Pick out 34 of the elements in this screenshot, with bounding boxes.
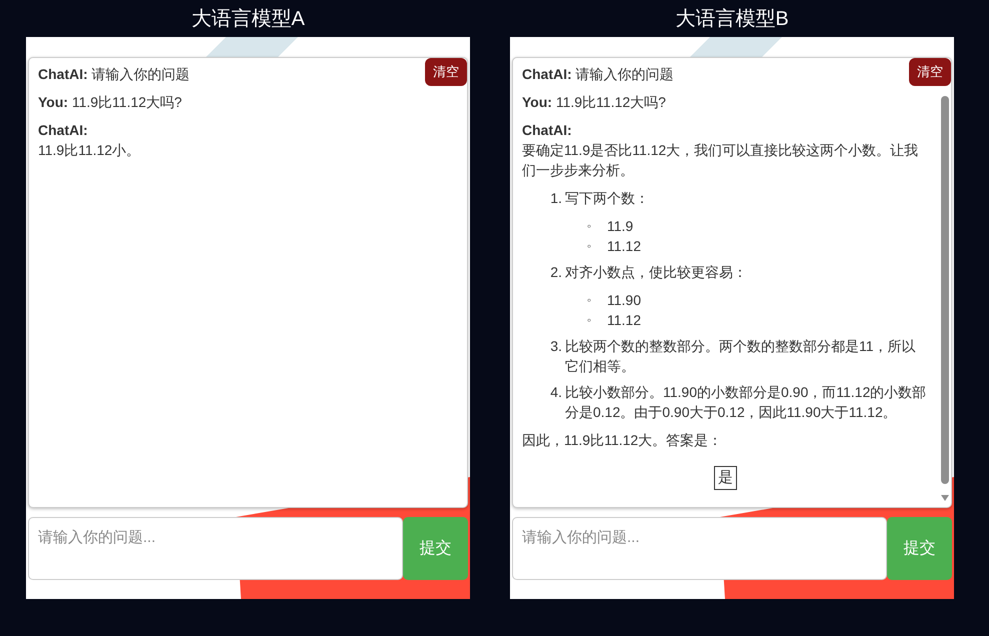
list-number: 3. (549, 337, 563, 356)
sub-list-item: 11.90 (607, 291, 641, 310)
sub-list-item: 11.9 (607, 217, 634, 236)
clear-button[interactable]: 清空 (425, 58, 467, 86)
panel-title: 大语言模型B (675, 7, 789, 32)
question-input[interactable]: 请输入你的问题... (28, 517, 403, 580)
speaker-label: ChatAI: (522, 122, 572, 138)
chat-message: ChatAI: 请输入你的问题 (522, 65, 674, 84)
list-item-text: 比较小数部分。11.90的小数部分是0.90，而11.12的小数部分是0.12。由于0.90大于0.12，因此11.90大于11.12。 (565, 383, 928, 422)
answer-paragraph: 因此，11.9比11.12大。答案是： (522, 431, 724, 450)
chat-message: You: 11.9比11.12大吗? (38, 93, 182, 112)
sub-list-item: 11.12 (607, 311, 641, 330)
answer-paragraph: 要确定11.9是否比11.12大，我们可以直接比较这两个小数。让我们一步步来分析。 (522, 141, 920, 180)
list-marker: ◦ (587, 218, 592, 235)
list-number: 2. (549, 263, 563, 282)
boxed-answer: 是 (714, 466, 737, 490)
panel-title: 大语言模型A (191, 7, 305, 32)
speaker-label: ChatAI: (38, 122, 88, 138)
clear-button[interactable]: 清空 (909, 58, 951, 86)
chat-message: You: 11.9比11.12大吗? (522, 93, 666, 112)
scroll-down-icon[interactable] (941, 495, 949, 501)
sub-list-item: 11.12 (607, 237, 641, 256)
scrollbar-thumb[interactable] (941, 96, 949, 484)
chat-message: ChatAI: 请输入你的问题 (38, 65, 190, 84)
list-marker: ◦ (587, 238, 592, 255)
list-number: 1. (549, 189, 563, 208)
answer-paragraph: 11.9比11.12小。 (38, 141, 142, 160)
question-input[interactable]: 请输入你的问题... (512, 517, 887, 580)
list-item-text: 写下两个数： (565, 189, 650, 208)
list-item-text: 比较两个数的整数部分。两个数的整数部分都是11，所以它们相等。 (565, 337, 917, 376)
list-item-text: 对齐小数点，使比较更容易： (565, 263, 748, 282)
list-marker: ◦ (587, 292, 592, 309)
list-marker: ◦ (587, 312, 592, 329)
list-number: 4. (549, 383, 563, 402)
